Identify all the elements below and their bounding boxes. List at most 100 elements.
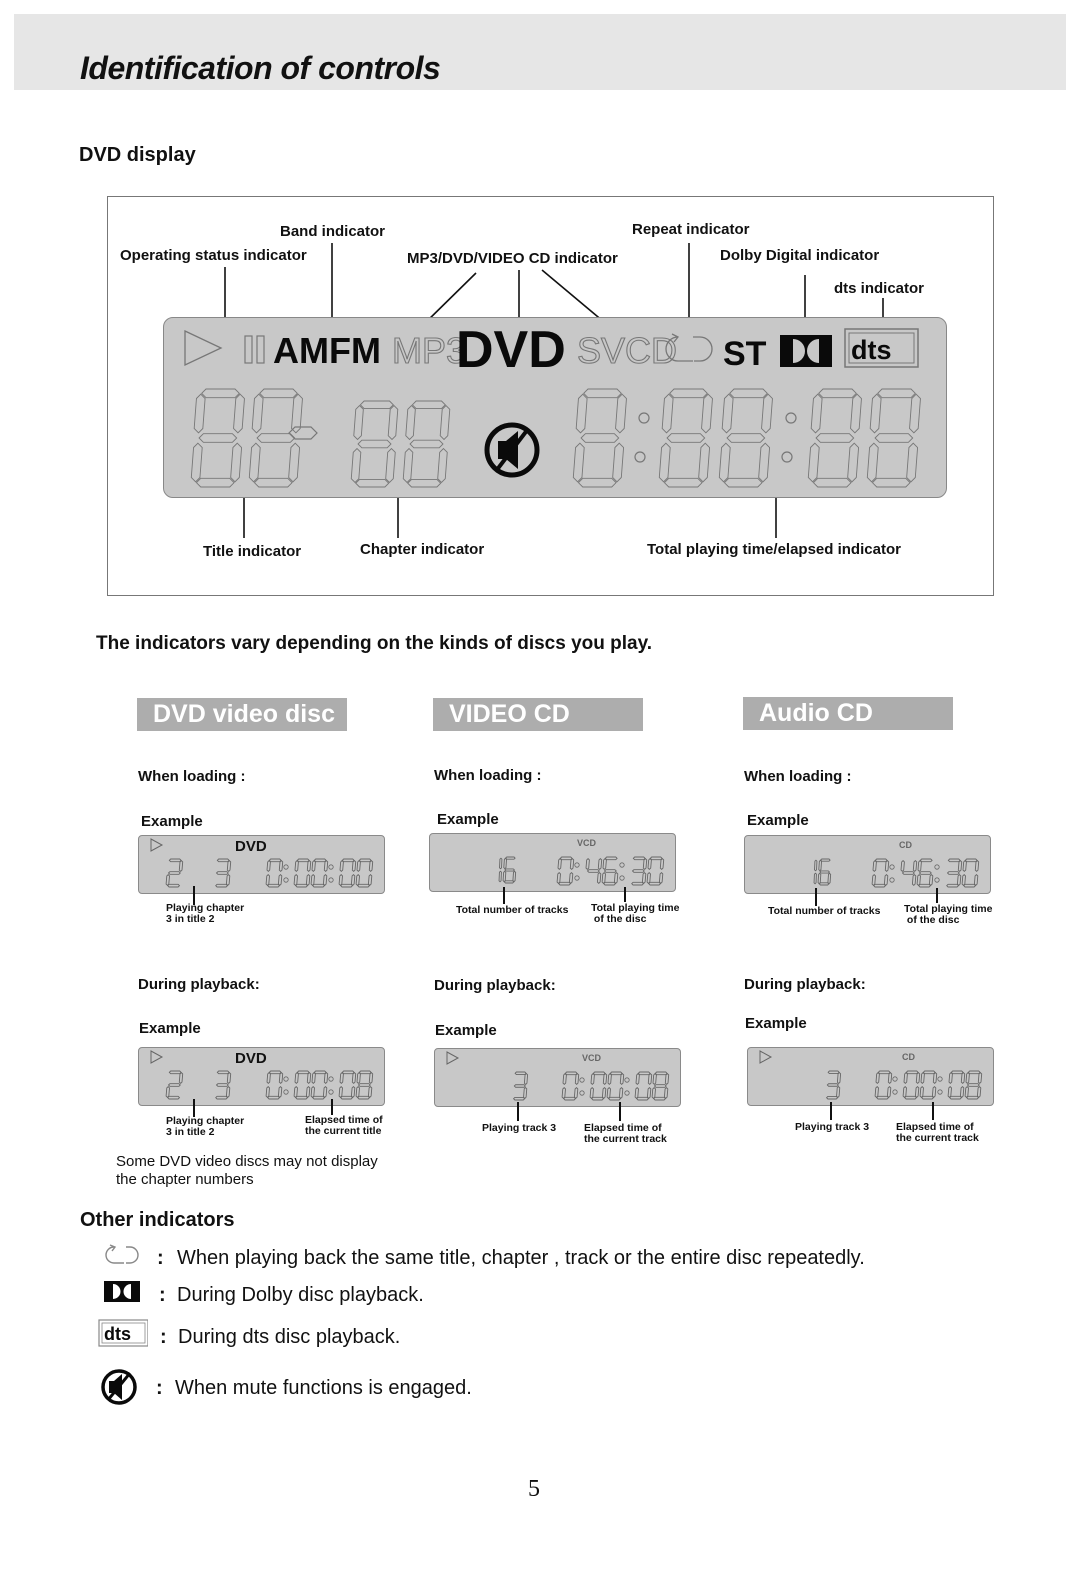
page-number: 5 <box>528 1476 540 1502</box>
time-digit <box>355 1070 374 1100</box>
svcd-segment: SVCD <box>577 330 677 371</box>
time-colon-dot <box>283 1076 289 1082</box>
other-indicators-heading: Other indicators <box>80 1209 235 1231</box>
time-digit <box>964 1070 983 1100</box>
time-digit <box>634 1071 653 1101</box>
indicator-separator: : <box>157 1247 164 1269</box>
play-icon <box>150 1050 164 1064</box>
note-elapsed-title: Elapsed time of the current title <box>305 1114 383 1137</box>
example-label: Example <box>435 1022 497 1039</box>
time-colon-dot <box>574 862 580 868</box>
time-digit <box>585 857 603 885</box>
time-digit <box>561 1071 580 1101</box>
main-lcd-digit <box>866 388 921 488</box>
note-playing-chapter: Playing chapter 3 in title 2 <box>166 902 245 925</box>
disc-type-tag: DVD <box>235 1050 267 1067</box>
band-segment: AMFM <box>273 330 381 371</box>
lcd-digits <box>813 858 980 888</box>
time-colon-dot <box>934 864 940 870</box>
note-playing-track: Playing track 3 <box>795 1121 870 1133</box>
mp3-segment: MP3 <box>392 330 466 371</box>
main-lcd-digit <box>402 400 451 488</box>
leader-line <box>619 1102 621 1121</box>
time-digit <box>293 1070 312 1100</box>
leader-line <box>936 888 938 903</box>
callout-lines <box>224 243 884 538</box>
time-digit <box>338 858 357 888</box>
leader-line <box>517 1102 519 1121</box>
time-digit <box>902 1070 921 1100</box>
during-playback-label: During playback: <box>138 976 260 993</box>
indicator-separator: : <box>160 1326 167 1348</box>
indicator-description: During dts disc playback. <box>178 1326 401 1348</box>
seven-segment-digits <box>190 388 921 488</box>
time-digit <box>916 858 934 888</box>
time-digit <box>900 859 918 887</box>
title-chapter-separator <box>288 426 318 440</box>
time-digit <box>874 1070 893 1100</box>
mute-icon <box>484 422 540 478</box>
time-colon-dot <box>937 1089 943 1095</box>
disc-type-tag: VCD <box>582 1053 602 1063</box>
time-colon-dot <box>328 864 334 870</box>
play-icon <box>446 1051 460 1065</box>
lcd-digits <box>498 856 665 886</box>
time-digit <box>961 858 980 888</box>
left-digit <box>817 858 832 886</box>
disc-variation-note: The indicators vary depending on the kin… <box>96 633 653 654</box>
left-digit <box>215 1070 232 1100</box>
left-digit <box>825 1070 842 1100</box>
leader-line <box>503 887 505 904</box>
time-digit <box>606 1071 625 1101</box>
time-digit <box>338 1070 357 1100</box>
left-digit <box>165 1070 184 1100</box>
mute-icon <box>101 1369 137 1405</box>
disc-type-tag: VCD <box>577 838 597 848</box>
left-digit <box>813 859 818 885</box>
time-colon-dot <box>574 875 580 881</box>
main-lcd-digit <box>350 400 399 488</box>
dts-icon: dts <box>98 1319 148 1347</box>
time-digit <box>651 1071 670 1101</box>
time-digit <box>265 1070 284 1100</box>
during-playback-label: During playback: <box>744 976 866 993</box>
time-digit <box>293 858 312 888</box>
disc-type-tag: CD <box>902 1052 915 1062</box>
left-digit <box>165 858 184 888</box>
stereo-segment: ST <box>723 335 767 373</box>
time-colon-dot <box>579 1090 585 1096</box>
main-lcd-digit <box>658 388 713 488</box>
when-loading-label: When loading : <box>138 768 246 785</box>
time-colon-dot <box>283 1089 289 1095</box>
dts-icon: dts <box>844 328 919 368</box>
during-playback-label: During playback: <box>434 977 556 994</box>
time-colon-dot <box>328 877 334 883</box>
indicator-separator: : <box>159 1284 166 1306</box>
note-total-playing-time: Total playing time of the disc <box>904 903 993 926</box>
lcd-digits <box>165 858 374 888</box>
time-colon-dot <box>624 1090 630 1096</box>
left-digit <box>215 858 232 888</box>
time-colon-dot <box>889 864 895 870</box>
indicator-description: When playing back the same title, chapte… <box>177 1247 865 1269</box>
time-digit <box>310 858 329 888</box>
play-icon <box>759 1050 773 1064</box>
time-colons <box>634 412 797 463</box>
time-colon-dot <box>328 1076 334 1082</box>
example-label: Example <box>141 813 203 830</box>
time-colon-dot <box>283 864 289 870</box>
play-icon <box>184 329 223 367</box>
disc-type-tag: CD <box>899 840 912 850</box>
time-digit <box>601 856 619 886</box>
pause-icon <box>244 335 265 364</box>
time-digit <box>947 1070 966 1100</box>
indicator-description: When mute functions is engaged. <box>175 1377 472 1399</box>
time-digit <box>265 858 284 888</box>
note-total-tracks: Total number of tracks <box>768 905 881 917</box>
when-loading-label: When loading : <box>434 767 542 784</box>
leader-line <box>830 1102 832 1120</box>
time-colon-dot <box>619 862 625 868</box>
leader-line <box>932 1102 934 1120</box>
time-digit <box>556 856 575 886</box>
time-colon-dot <box>934 877 940 883</box>
